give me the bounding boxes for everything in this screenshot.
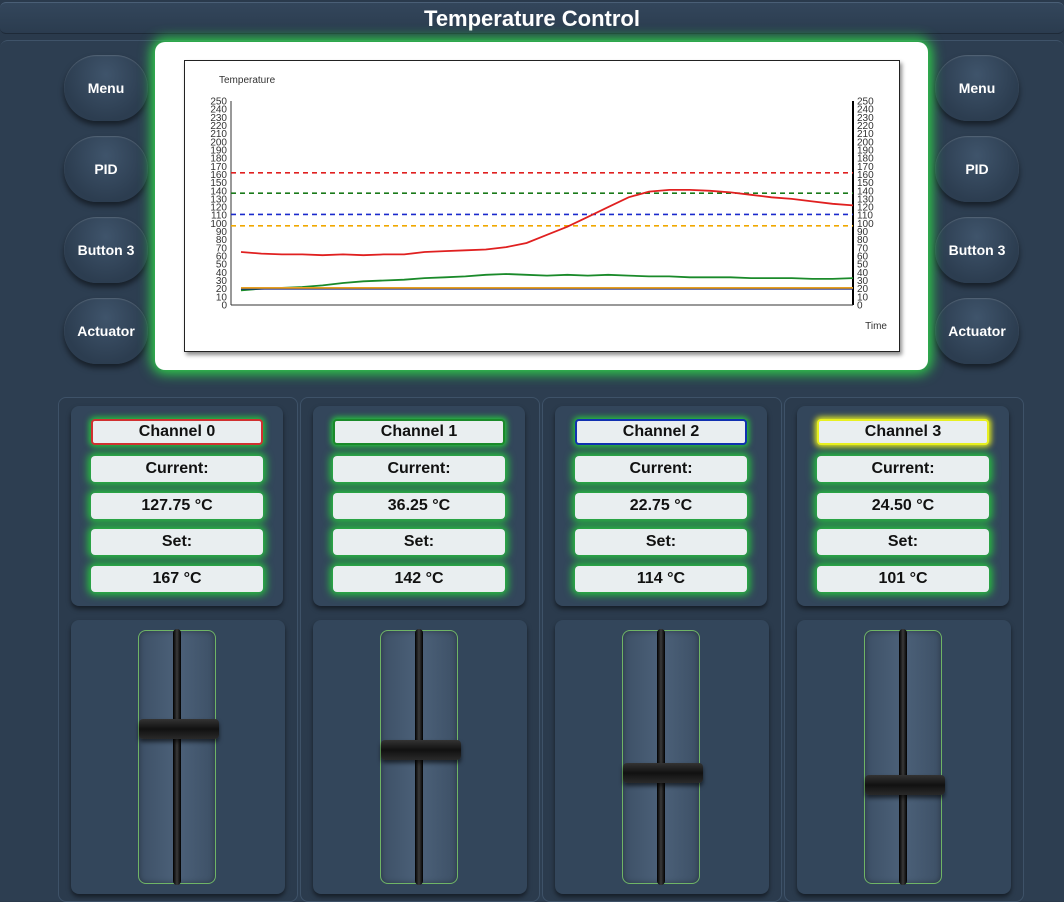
title-bar: Temperature Control — [0, 2, 1064, 34]
set-value: 167 °C — [91, 566, 263, 592]
channel-name: Channel 0 — [91, 419, 263, 445]
current-value: 127.75 °C — [91, 493, 263, 519]
setpoint-slider[interactable] — [864, 629, 945, 885]
right-menu-button[interactable]: Menu — [935, 55, 1019, 121]
set-label: Set: — [91, 529, 263, 555]
current-value: 22.75 °C — [575, 493, 747, 519]
y-tick-label-left: 250 — [210, 97, 227, 108]
slider-rail — [899, 629, 907, 885]
channel-name: Channel 1 — [333, 419, 505, 445]
channel-panel-0: Channel 0 Current: 127.75 °C Set: 167 °C — [58, 397, 298, 902]
channel-info-card: Channel 0 Current: 127.75 °C Set: 167 °C — [71, 406, 283, 606]
setpoint-slider[interactable] — [380, 629, 461, 885]
slider-thumb[interactable] — [865, 775, 945, 795]
x-axis-label: Time — [865, 321, 887, 332]
slider-card — [797, 620, 1011, 894]
channel-name: Channel 2 — [575, 419, 747, 445]
channel-info-card: Channel 3 Current: 24.50 °C Set: 101 °C — [797, 406, 1009, 606]
channel-name: Channel 3 — [817, 419, 989, 445]
current-value: 36.25 °C — [333, 493, 505, 519]
channel-info-card: Channel 2 Current: 22.75 °C Set: 114 °C — [555, 406, 767, 606]
set-label: Set: — [575, 529, 747, 555]
right-button-3[interactable]: Button 3 — [935, 217, 1019, 283]
left-pid-button[interactable]: PID — [64, 136, 148, 202]
channel-panel-3: Channel 3 Current: 24.50 °C Set: 101 °C — [784, 397, 1024, 902]
temperature-chart: 0 0 10 10 20 20 30 30 40 40 50 50 60 60 70 70 80 80 90 90 10… — [184, 60, 900, 352]
chart-svg: 0 010 1020 2030 3040 4050 5060 6070 7080 8090 9010… — [210, 75, 887, 332]
set-label: Set: — [333, 529, 505, 555]
series-line-0 — [240, 188, 854, 257]
slider-thumb[interactable] — [623, 763, 703, 783]
setpoint-slider[interactable] — [138, 629, 219, 885]
current-label: Current: — [91, 456, 263, 482]
slider-rail — [657, 629, 665, 885]
current-label: Current: — [817, 456, 989, 482]
current-label: Current: — [575, 456, 747, 482]
slider-card — [313, 620, 527, 894]
slider-card — [71, 620, 285, 894]
current-label: Current: — [333, 456, 505, 482]
slider-thumb[interactable] — [139, 719, 219, 739]
channel-panel-1: Channel 1 Current: 36.25 °C Set: 142 °C — [300, 397, 540, 902]
set-value: 101 °C — [817, 566, 989, 592]
slider-thumb[interactable] — [381, 740, 461, 760]
right-pid-button[interactable]: PID — [935, 136, 1019, 202]
channel-panel-2: Channel 2 Current: 22.75 °C Set: 114 °C — [542, 397, 782, 902]
current-value: 24.50 °C — [817, 493, 989, 519]
y-tick-label-right: 250 — [857, 97, 874, 108]
set-value: 142 °C — [333, 566, 505, 592]
set-value: 114 °C — [575, 566, 747, 592]
slider-card — [555, 620, 769, 894]
slider-rail — [173, 629, 181, 885]
set-label: Set: — [817, 529, 989, 555]
channel-info-card: Channel 1 Current: 36.25 °C Set: 142 °C — [313, 406, 525, 606]
left-actuator-button[interactable]: Actuator — [64, 298, 148, 364]
left-menu-button[interactable]: Menu — [64, 55, 148, 121]
chart-panel: 0 0 10 10 20 20 30 30 40 40 50 50 60 60 70 70 80 80 90 90 10… — [155, 42, 928, 370]
setpoint-slider[interactable] — [622, 629, 703, 885]
left-button-3[interactable]: Button 3 — [64, 217, 148, 283]
y-axis-label: Temperature — [219, 75, 276, 86]
window-title: Temperature Control — [424, 6, 640, 31]
right-actuator-button[interactable]: Actuator — [935, 298, 1019, 364]
